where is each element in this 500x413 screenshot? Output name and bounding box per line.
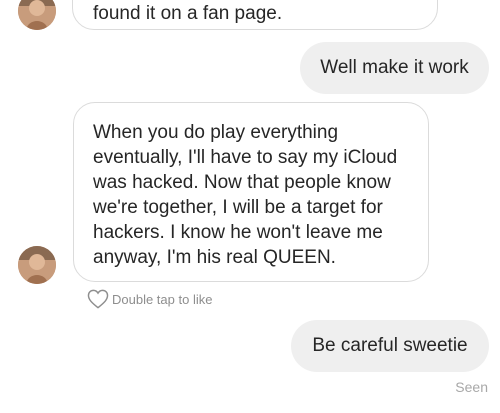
message-bubble-outgoing[interactable]: Be careful sweetie <box>291 320 489 372</box>
double-tap-label: Double tap to like <box>112 291 213 307</box>
contact-avatar[interactable] <box>18 246 56 284</box>
message-text: When you do play everything eventually, … <box>93 122 398 268</box>
message-bubble-incoming[interactable]: found it on a fan page. <box>72 0 438 30</box>
seen-status: Seen <box>455 379 488 395</box>
message-text: Be careful sweetie <box>312 335 468 356</box>
message-bubble-outgoing[interactable]: Well make it work <box>300 42 489 94</box>
double-tap-like-hint[interactable]: Double tap to like <box>87 288 212 310</box>
message-text: found it on a fan page. <box>93 3 283 24</box>
heart-outline-icon[interactable] <box>87 289 109 309</box>
message-text: Well make it work <box>320 57 469 78</box>
message-bubble-incoming[interactable]: When you do play everything eventually, … <box>73 102 429 282</box>
contact-avatar[interactable] <box>18 0 56 30</box>
